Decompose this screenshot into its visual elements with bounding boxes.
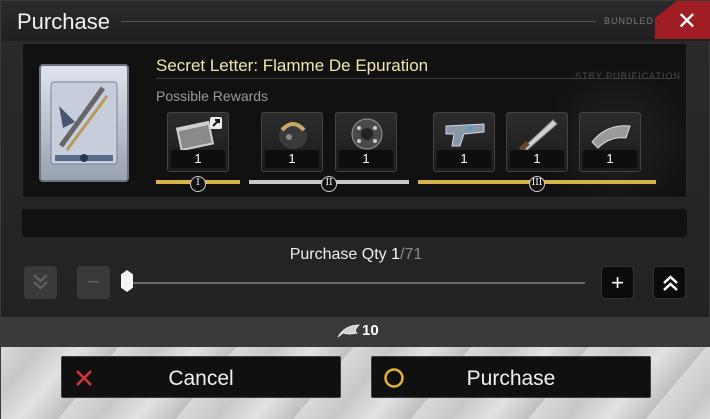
dialog-header: Purchase BUNDLED ✕ — [1, 1, 710, 41]
reward-tier-2: 1 1 II — [249, 112, 409, 192]
purchase-qty-label: Purchase Qty 1/71 — [1, 246, 710, 264]
decrease-quantity-button[interactable]: − — [77, 266, 110, 299]
reward-slot[interactable]: 1 — [579, 112, 641, 172]
header-tag: BUNDLED — [604, 16, 655, 26]
close-icon: ✕ — [676, 8, 697, 35]
reward-quantity: 1 — [265, 150, 319, 168]
reward-tier-1: 1 I — [156, 112, 240, 192]
qty-current: 1 — [391, 246, 401, 263]
cost-strip: 10 — [1, 317, 710, 347]
cancel-button[interactable]: Cancel — [61, 356, 341, 398]
reward-quantity: 1 — [171, 150, 225, 168]
reward-slot[interactable]: 1 — [261, 112, 323, 172]
qty-max: 71 — [404, 246, 423, 263]
reward-slot[interactable]: 1 — [506, 112, 568, 172]
min-quantity-button[interactable] — [24, 266, 57, 299]
feather-currency-icon — [337, 324, 360, 338]
reward-quantity: 1 — [339, 150, 393, 168]
reward-slot[interactable]: 1 — [433, 112, 495, 172]
reward-slot[interactable]: 1 — [335, 112, 397, 172]
item-panel: Secret Letter: Flamme De Epuration STRY … — [22, 43, 687, 198]
orb-icon — [351, 118, 383, 150]
header-divider — [121, 21, 596, 22]
item-thumbnail — [39, 64, 129, 182]
minus-icon: − — [87, 269, 100, 294]
plus-icon: + — [611, 270, 624, 295]
helmet-icon — [279, 122, 307, 149]
max-quantity-button[interactable] — [653, 266, 686, 299]
letter-scroll-icon — [50, 81, 118, 165]
pistol-icon — [445, 123, 485, 147]
item-watermark: STRY PURIFICATION — [575, 71, 682, 81]
dialog-footer: Cancel Purchase — [1, 347, 710, 419]
cost-amount: 10 — [362, 322, 379, 339]
tier-badge: I — [190, 176, 206, 192]
letter-and-hammer-icon — [175, 117, 222, 152]
reward-slot[interactable]: 1 — [167, 112, 229, 172]
qty-label-text: Purchase Qty — [289, 246, 392, 263]
reward-quantity: 1 — [583, 150, 637, 168]
purchase-dialog: Purchase BUNDLED ✕ Secret Letter: Flamme… — [0, 0, 710, 419]
purchase-label: Purchase — [466, 367, 556, 390]
quantity-slider-track[interactable] — [127, 282, 585, 284]
quantity-slider-thumb[interactable] — [121, 270, 133, 292]
reward-tier-3: 1 1 1 III — [418, 112, 656, 192]
description-bar — [22, 209, 687, 237]
item-name: Secret Letter: Flamme De Epuration — [156, 56, 429, 75]
tier-badge: II — [321, 176, 337, 192]
cancel-label: Cancel — [168, 367, 234, 390]
reward-quantity: 1 — [437, 150, 491, 168]
close-button[interactable]: ✕ — [655, 1, 710, 39]
purchase-cost: 10 — [337, 322, 379, 339]
double-chevron-up-icon — [663, 275, 678, 291]
tier-badge: III — [529, 176, 545, 192]
purchase-button[interactable]: Purchase — [371, 356, 651, 398]
blade-icon — [518, 119, 558, 152]
double-chevron-down-icon — [33, 274, 48, 290]
dialog-title: Purchase — [17, 9, 110, 34]
increase-quantity-button[interactable]: + — [601, 266, 634, 299]
possible-rewards-label: Possible Rewards — [156, 88, 269, 104]
cloth-icon — [591, 125, 631, 149]
reward-quantity: 1 — [510, 150, 564, 168]
